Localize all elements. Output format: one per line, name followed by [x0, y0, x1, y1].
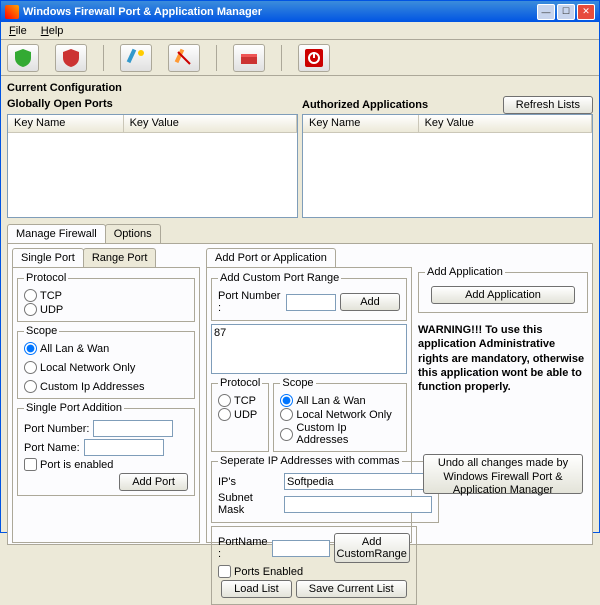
add-port-button[interactable]: Add Port [119, 473, 188, 491]
mid-radio-local[interactable]: Local Network Only [280, 408, 400, 421]
radio-tcp[interactable]: TCP [24, 289, 188, 302]
power-icon[interactable] [298, 44, 330, 72]
toolbar [1, 40, 599, 76]
firewall-icon[interactable] [233, 44, 265, 72]
col-key-name: Key Name [303, 115, 419, 132]
menubar: File Help [1, 22, 599, 40]
main-tabbody: Single Port Range Port Protocol TCP UDP … [7, 243, 593, 545]
port-number-label: Port Number: [24, 423, 89, 435]
range-port-number-input[interactable] [286, 294, 336, 311]
mid-radio-udp[interactable]: UDP [218, 408, 262, 421]
menu-file[interactable]: File [5, 25, 31, 37]
subnet-label: Subnet Mask [218, 492, 280, 516]
add-app-group: Add Application Add Application [418, 266, 588, 313]
ips-label: IP's [218, 476, 280, 488]
mid-radio-tcp[interactable]: TCP [218, 394, 262, 407]
scope-legend: Scope [24, 325, 59, 337]
subnet-input[interactable] [284, 496, 432, 513]
mid-scope-group: Scope All Lan & Wan Local Network Only C… [273, 377, 407, 452]
load-list-button[interactable]: Load List [221, 580, 292, 598]
scope-group: Scope All Lan & Wan Local Network Only C… [17, 325, 195, 399]
wand-blue-icon[interactable] [120, 44, 152, 72]
current-config-label: Current Configuration [7, 82, 593, 94]
tab-options[interactable]: Options [105, 224, 161, 243]
add-app-legend: Add Application [425, 266, 505, 278]
add-customrange-button[interactable]: Add CustomRange [334, 533, 410, 563]
tab-range-port[interactable]: Range Port [83, 248, 157, 267]
warning-text: WARNING!!! To use this application Admin… [418, 323, 588, 394]
window-title: Windows Firewall Port & Application Mana… [23, 6, 537, 18]
shield-green-icon[interactable] [7, 44, 39, 72]
checkbox-ports-enabled[interactable]: Ports Enabled [218, 565, 410, 578]
mid-protocol-group: Protocol TCP UDP [211, 377, 269, 452]
portname-label: PortName : [218, 536, 268, 560]
port-number-input[interactable] [93, 420, 173, 437]
portname-group: PortName :Add CustomRange Ports Enabled … [211, 526, 417, 605]
undo-button[interactable]: Undo all changes made by Windows Firewal… [423, 454, 583, 494]
save-list-button[interactable]: Save Current List [296, 580, 407, 598]
tab-add-port-app[interactable]: Add Port or Application [206, 248, 336, 267]
authorized-apps-list[interactable]: Key Name Key Value [302, 114, 593, 218]
single-port-addition-group: Single Port Addition Port Number: Port N… [17, 402, 195, 496]
checkbox-port-enabled[interactable]: Port is enabled [24, 458, 188, 471]
custom-range-legend: Add Custom Port Range [218, 272, 341, 284]
menu-help[interactable]: Help [37, 25, 68, 37]
radio-local-net[interactable]: Local Network Only [24, 361, 188, 374]
close-button[interactable]: ✕ [577, 4, 595, 20]
port-name-input[interactable] [84, 439, 164, 456]
tab-single-port[interactable]: Single Port [12, 248, 84, 267]
add-application-button[interactable]: Add Application [431, 286, 575, 304]
app-icon [5, 5, 19, 19]
sep-ip-legend: Seperate IP Addresses with commas [218, 455, 402, 467]
maximize-button[interactable]: ☐ [557, 4, 575, 20]
globally-open-list[interactable]: Key Name Key Value [7, 114, 298, 218]
col-key-name: Key Name [8, 115, 124, 132]
range-list-box[interactable]: 87 [211, 324, 407, 374]
radio-udp[interactable]: UDP [24, 303, 188, 316]
add-range-button[interactable]: Add [340, 293, 400, 311]
refresh-button[interactable]: Refresh Lists [503, 96, 593, 114]
col-key-value: Key Value [419, 115, 592, 132]
window-controls: — ☐ ✕ [537, 4, 595, 20]
ips-input[interactable] [284, 473, 432, 490]
tab-manage-firewall[interactable]: Manage Firewall [7, 224, 106, 243]
mid-radio-all[interactable]: All Lan & Wan [280, 394, 400, 407]
portname-input[interactable] [272, 540, 330, 557]
wand-red-icon[interactable] [168, 44, 200, 72]
radio-custom-ip[interactable]: Custom Ip Addresses [24, 380, 188, 393]
minimize-button[interactable]: — [537, 4, 555, 20]
authorized-apps-label: Authorized Applications [302, 99, 428, 111]
ip-group: Seperate IP Addresses with commas IP's S… [211, 455, 439, 523]
custom-range-group: Add Custom Port Range Port Number : Add [211, 272, 407, 321]
shield-red-icon[interactable] [55, 44, 87, 72]
col-key-value: Key Value [124, 115, 297, 132]
range-port-number-label: Port Number : [218, 290, 282, 314]
radio-all-lan-wan[interactable]: All Lan & Wan [24, 342, 188, 355]
protocol-legend: Protocol [24, 272, 68, 284]
globally-open-label: Globally Open Ports [7, 98, 298, 110]
main-tabstrip: Manage Firewall Options [7, 224, 593, 243]
port-name-label: Port Name: [24, 442, 80, 454]
titlebar: Windows Firewall Port & Application Mana… [1, 1, 599, 22]
protocol-group: Protocol TCP UDP [17, 272, 195, 322]
mid-radio-custom[interactable]: Custom Ip Addresses [280, 422, 400, 446]
single-port-add-legend: Single Port Addition [24, 402, 124, 414]
